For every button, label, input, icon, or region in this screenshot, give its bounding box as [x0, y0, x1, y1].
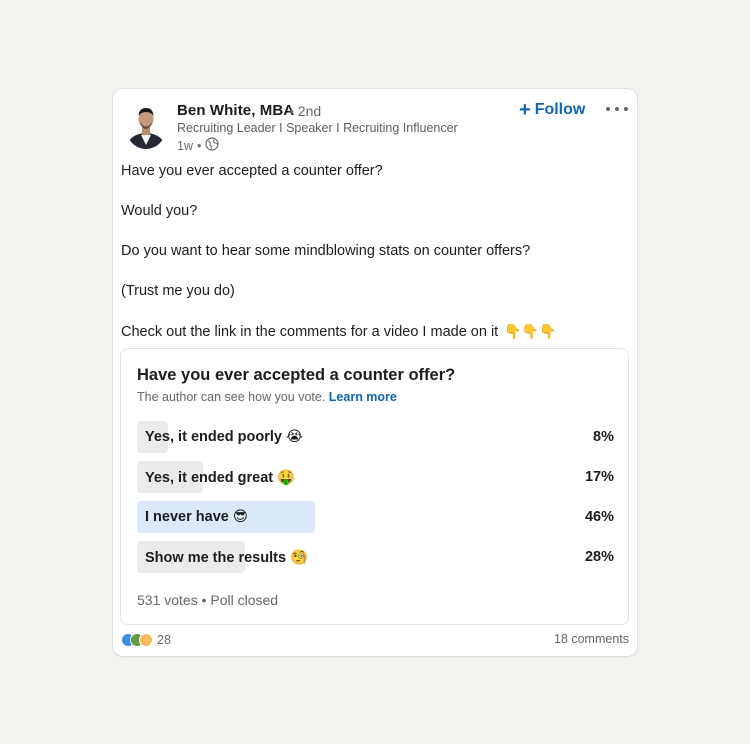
poll-option-percent: 28% — [584, 549, 614, 565]
author-headline: Recruiting Leader I Speaker I Recruiting… — [177, 121, 458, 135]
more-options-icon[interactable] — [605, 99, 629, 119]
post-card: Ben White, MBA • 2nd Recruiting Leader I… — [113, 89, 637, 656]
reaction-count: 28 — [157, 633, 171, 647]
poll-option: Yes, it ended great 🤑 17% — [137, 461, 614, 493]
poll-option-percent: 17% — [584, 469, 614, 485]
post-text-cta: Check out the link in the comments for a… — [121, 324, 499, 340]
poll-option-label: Yes, it ended great 🤑 — [145, 470, 296, 486]
poll-option-percent: 8% — [593, 429, 614, 445]
poll-option-label: Show me the results 🧐 — [145, 550, 309, 566]
author-name[interactable]: Ben White, MBA — [177, 102, 294, 119]
post-text-line: Check out the link in the comments for a… — [121, 321, 621, 341]
post-meta: 1w • — [177, 137, 219, 154]
poll-option-label: I never have 😎 — [145, 509, 248, 525]
pointing-down-emoji: 👇👇👇 — [504, 323, 557, 339]
plus-icon: + — [519, 99, 531, 121]
follow-button[interactable]: + Follow — [519, 99, 585, 121]
author-avatar[interactable] — [125, 101, 167, 149]
social-counts[interactable]: 28 — [121, 631, 171, 649]
post-text-line: (Trust me you do) — [121, 283, 235, 299]
globe-icon — [205, 137, 219, 154]
follow-label: Follow — [534, 101, 586, 118]
poll-option: Show me the results 🧐 28% — [137, 541, 614, 573]
post-time: 1w — [177, 138, 193, 153]
post-header: Ben White, MBA • 2nd Recruiting Leader I… — [113, 89, 637, 159]
poll-question: Have you ever accepted a counter offer? — [137, 366, 456, 384]
poll-option: Yes, it ended poorly 😭 8% — [137, 421, 614, 453]
poll: Have you ever accepted a counter offer? … — [120, 348, 629, 625]
poll-option: I never have 😎 46% — [137, 501, 614, 533]
reactions-icons — [121, 633, 153, 647]
insightful-reaction-icon — [139, 633, 153, 647]
connection-degree: • 2nd — [289, 103, 322, 119]
post-text-line: Have you ever accepted a counter offer? — [121, 163, 383, 179]
poll-subtitle-text: The author can see how you vote. — [137, 390, 326, 404]
post-body: Have you ever accepted a counter offer? … — [121, 161, 621, 341]
poll-option-label: Yes, it ended poorly 😭 — [145, 429, 303, 445]
poll-subtitle: The author can see how you vote. Learn m… — [137, 390, 397, 404]
meta-separator: • — [196, 138, 202, 153]
learn-more-link[interactable]: Learn more — [329, 390, 397, 404]
comments-count[interactable]: 18 comments — [554, 632, 629, 646]
poll-footer: 531 votes • Poll closed — [137, 592, 279, 608]
post-text-line: Would you? — [121, 203, 198, 219]
post-text-line: Do you want to hear some mindblowing sta… — [121, 243, 531, 259]
poll-option-percent: 46% — [584, 509, 614, 525]
